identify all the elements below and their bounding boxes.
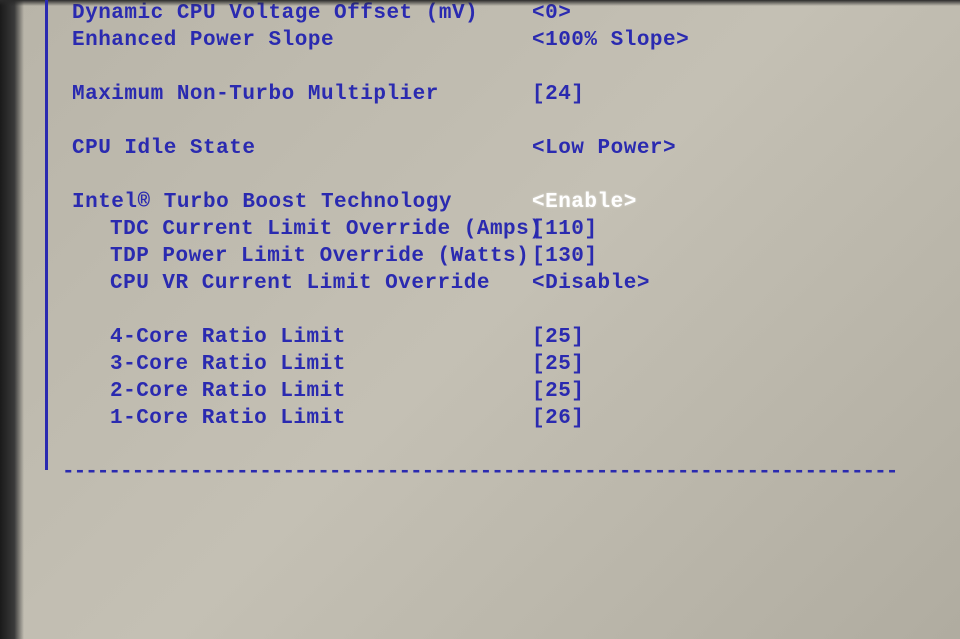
setting-value-selected[interactable]: <Enable> — [532, 189, 637, 216]
screen-bezel-top — [0, 0, 960, 6]
setting-value[interactable]: [26] — [532, 405, 584, 432]
setting-value[interactable]: <Disable> — [532, 270, 650, 297]
section-divider: ----------------------------------------… — [62, 459, 960, 486]
bios-settings-panel: Dynamic CPU Voltage Offset (mV) <0> Enha… — [72, 0, 960, 486]
setting-label: 1-Core Ratio Limit — [72, 405, 532, 432]
setting-value[interactable]: [110] — [532, 216, 598, 243]
setting-label: Intel® Turbo Boost Technology — [72, 189, 532, 216]
setting-label: 4-Core Ratio Limit — [72, 324, 532, 351]
setting-row-1-core-ratio[interactable]: 1-Core Ratio Limit [26] — [72, 405, 960, 432]
setting-value[interactable]: [130] — [532, 243, 598, 270]
setting-label: 3-Core Ratio Limit — [72, 351, 532, 378]
setting-row-tdc-current-limit[interactable]: TDC Current Limit Override (Amps) [110] — [72, 216, 960, 243]
spacer — [72, 297, 960, 324]
setting-row-2-core-ratio[interactable]: 2-Core Ratio Limit [25] — [72, 378, 960, 405]
setting-value[interactable]: [25] — [532, 378, 584, 405]
setting-label: Enhanced Power Slope — [72, 27, 532, 54]
setting-label: Maximum Non-Turbo Multiplier — [72, 81, 532, 108]
spacer — [72, 108, 960, 135]
setting-row-cpu-vr-current-limit[interactable]: CPU VR Current Limit Override <Disable> — [72, 270, 960, 297]
spacer — [72, 54, 960, 81]
setting-label: CPU Idle State — [72, 135, 532, 162]
setting-value[interactable]: [24] — [532, 81, 584, 108]
panel-border-left — [45, 0, 48, 470]
setting-row-max-non-turbo-multiplier[interactable]: Maximum Non-Turbo Multiplier [24] — [72, 81, 960, 108]
setting-row-4-core-ratio[interactable]: 4-Core Ratio Limit [25] — [72, 324, 960, 351]
setting-value[interactable]: [25] — [532, 351, 584, 378]
setting-label: CPU VR Current Limit Override — [72, 270, 532, 297]
setting-row-3-core-ratio[interactable]: 3-Core Ratio Limit [25] — [72, 351, 960, 378]
screen-bezel-left — [0, 0, 24, 639]
spacer — [72, 162, 960, 189]
setting-value[interactable]: <100% Slope> — [532, 27, 689, 54]
spacer — [72, 432, 960, 459]
setting-row-cpu-idle-state[interactable]: CPU Idle State <Low Power> — [72, 135, 960, 162]
setting-label: 2-Core Ratio Limit — [72, 378, 532, 405]
setting-row-enhanced-power-slope[interactable]: Enhanced Power Slope <100% Slope> — [72, 27, 960, 54]
setting-row-intel-turbo-boost[interactable]: Intel® Turbo Boost Technology <Enable> — [72, 189, 960, 216]
setting-value[interactable]: <Low Power> — [532, 135, 676, 162]
setting-row-tdp-power-limit[interactable]: TDP Power Limit Override (Watts) [130] — [72, 243, 960, 270]
setting-value[interactable]: [25] — [532, 324, 584, 351]
setting-label: TDP Power Limit Override (Watts) — [72, 243, 532, 270]
setting-label: TDC Current Limit Override (Amps) — [72, 216, 532, 243]
